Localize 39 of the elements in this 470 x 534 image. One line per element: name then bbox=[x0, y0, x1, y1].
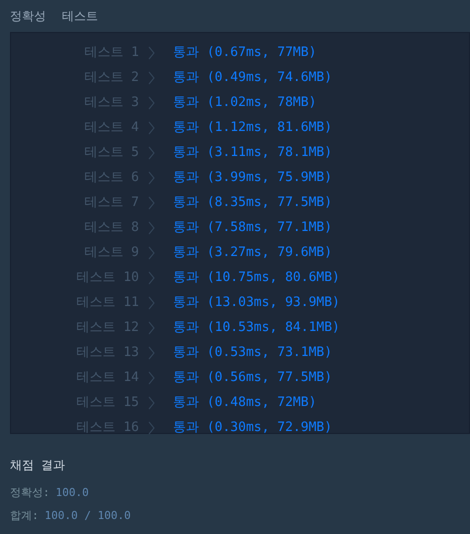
chevron-icon bbox=[148, 220, 155, 234]
test-result: 통과 (3.99ms, 75.9MB) bbox=[173, 168, 332, 187]
test-result: 통과 (0.48ms, 72MB) bbox=[173, 394, 316, 412]
test-result: 통과 (1.02ms, 78MB) bbox=[173, 94, 316, 112]
test-result: 통과 (3.27ms, 79.6MB) bbox=[173, 244, 332, 262]
summary-value: 100.0 / 100.0 bbox=[44, 508, 131, 524]
test-result: 통과 (7.58ms, 77.1MB) bbox=[173, 218, 332, 237]
test-result: 통과 (0.49ms, 74.6MB) bbox=[173, 68, 332, 87]
summary-title: 채점 결과 bbox=[10, 457, 66, 474]
summary-value: 100.0 bbox=[56, 485, 89, 502]
chevron-icon bbox=[148, 346, 155, 360]
chevron-icon bbox=[148, 146, 155, 160]
chevron-icon bbox=[148, 270, 155, 284]
chevron-icon bbox=[148, 170, 155, 184]
chevron-icon bbox=[148, 96, 155, 110]
test-result: 통과 (10.53ms, 84.1MB) bbox=[173, 318, 340, 337]
chevron-icon bbox=[148, 320, 155, 334]
test-result: 통과 (0.67ms, 77MB) bbox=[173, 44, 316, 62]
chevron-icon bbox=[148, 370, 155, 384]
tab[interactable]: 테스트 bbox=[62, 7, 98, 25]
test-result: 통과 (1.12ms, 81.6MB) bbox=[173, 118, 332, 137]
chevron-icon bbox=[148, 246, 155, 260]
summary-label: 합계: bbox=[10, 508, 39, 524]
test-result: 통과 (0.30ms, 72.9MB) bbox=[173, 418, 332, 437]
chevron-icon bbox=[148, 420, 155, 434]
chevron-icon bbox=[148, 46, 155, 60]
test-result: 통과 (10.75ms, 80.6MB) bbox=[173, 268, 340, 287]
test-result: 통과 (0.53ms, 73.1MB) bbox=[173, 344, 332, 362]
test-result: 통과 (8.35ms, 77.5MB) bbox=[173, 194, 332, 212]
tab[interactable]: 정확성 bbox=[10, 7, 46, 25]
summary-label: 정확성: bbox=[10, 485, 50, 502]
chevron-icon bbox=[148, 296, 155, 310]
chevron-icon bbox=[148, 70, 155, 84]
chevron-icon bbox=[148, 196, 155, 210]
test-result: 통과 (3.11ms, 78.1MB) bbox=[173, 144, 332, 162]
chevron-icon bbox=[148, 120, 155, 134]
test-result: 통과 (0.56ms, 77.5MB) bbox=[173, 368, 332, 387]
chevron-icon bbox=[148, 396, 155, 410]
test-result: 통과 (13.03ms, 93.9MB) bbox=[173, 294, 340, 312]
